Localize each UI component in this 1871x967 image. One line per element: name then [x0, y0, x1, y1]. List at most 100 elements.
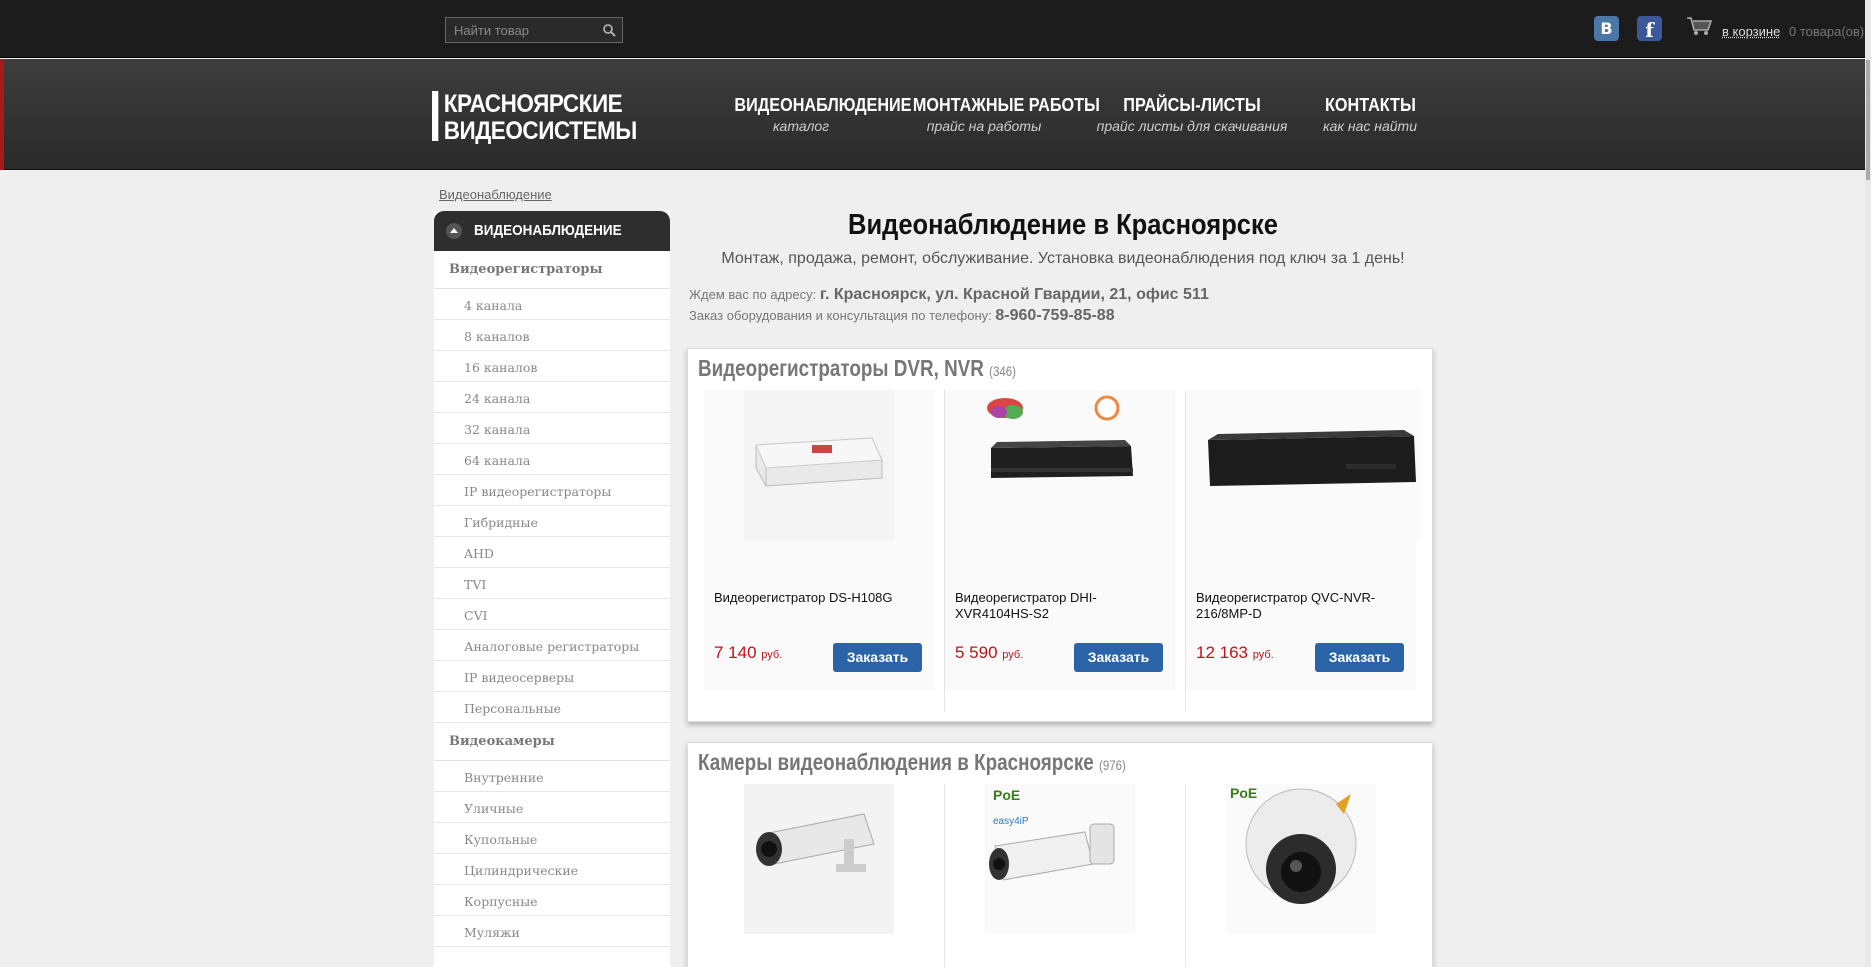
product-price: 12 163 руб. — [1196, 643, 1274, 663]
price-currency: руб. — [1252, 649, 1274, 661]
vk-icon[interactable]: B — [1594, 16, 1619, 41]
site-logo[interactable]: КРАСНОЯРСКИЕ ВИДЕОСИСТЕМЫ — [432, 91, 637, 145]
search-box[interactable] — [445, 17, 623, 43]
nav-item-video[interactable]: ВИДЕОНАБЛЮДЕНИЕ каталог — [727, 95, 912, 134]
address-line: Ждем вас по адресу: г. Красноярск, ул. К… — [689, 286, 1209, 304]
product-name[interactable]: Видеорегистратор DS-H108G — [714, 590, 914, 606]
page-scrollbar[interactable] — [1865, 0, 1871, 967]
section-count: (346) — [989, 363, 1016, 379]
product-price: 5 590 руб. — [955, 643, 1023, 663]
search-input[interactable] — [446, 18, 596, 42]
cart-icon[interactable] — [1686, 16, 1714, 36]
sidebar-item[interactable]: 32 канала — [434, 413, 670, 444]
sidebar-item[interactable]: 24 канала — [434, 382, 670, 413]
product-image[interactable] — [744, 784, 894, 934]
sidebar-item[interactable]: Внутренние — [434, 761, 670, 792]
sidebar-header-label: ВИДЕОНАБЛЮДЕНИЕ — [474, 222, 622, 239]
section-title[interactable]: Видеорегистраторы DVR, NVR (346) — [698, 355, 1016, 382]
sidebar-item[interactable]: 8 каналов — [434, 320, 670, 351]
product-card-body: Видеорегистратор DHI-XVR4104HS-S2 5 590 … — [945, 390, 1175, 690]
product-card-body: Видеорегистратор DS-H108G 7 140 руб. Зак… — [704, 390, 934, 690]
sidebar-item[interactable]: IP видеорегистраторы — [434, 475, 670, 506]
sidebar-item[interactable]: TVI — [434, 568, 670, 599]
poe-badge: PoE — [993, 787, 1020, 803]
nav-item-prices[interactable]: ПРАЙСЫ-ЛИСТЫ прайс листы для скачивания — [1095, 95, 1289, 134]
product-image[interactable]: PoE — [1226, 784, 1376, 934]
sidebar-item[interactable]: Аналоговые регистраторы — [434, 630, 670, 661]
section-cameras: Камеры видеонаблюдения в Красноярске (97… — [687, 742, 1433, 967]
product-card: PoE easy4iP — [945, 784, 1186, 967]
facebook-icon[interactable]: f — [1637, 16, 1662, 42]
sidebar-item[interactable]: 4 канала — [434, 289, 670, 320]
order-button[interactable]: Заказать — [1315, 643, 1404, 672]
sidebar-item[interactable]: Персональные — [434, 692, 670, 723]
product-card — [704, 784, 945, 967]
product-image[interactable] — [1196, 390, 1421, 540]
nav-title: ПРАЙСЫ-ЛИСТЫ — [1123, 95, 1261, 115]
address-value: г. Красноярск, ул. Красной Гвардии, 21, … — [819, 286, 1209, 303]
sidebar-item[interactable]: Купольные — [434, 823, 670, 854]
page-subtitle: Монтаж, продажа, ремонт, обслуживание. У… — [721, 250, 1405, 267]
breadcrumb[interactable]: Видеонаблюдение — [439, 187, 552, 202]
sidebar-item[interactable]: Корпусные — [434, 885, 670, 916]
sidebar-group-recorders[interactable]: Видеорегистраторы — [434, 251, 670, 289]
sidebar-catalog: ВИДЕОНАБЛЮДЕНИЕ Видеорегистраторы 4 кана… — [434, 211, 670, 967]
product-price: 7 140 руб. — [714, 643, 782, 663]
sidebar-group-cameras[interactable]: Видеокамеры — [434, 723, 670, 761]
cart-link[interactable]: в корзине — [1722, 24, 1780, 39]
nav-subtitle: прайс на работы — [926, 118, 1042, 134]
price-value: 5 590 — [955, 643, 998, 662]
price-value: 12 163 — [1196, 643, 1248, 662]
collapse-icon[interactable] — [446, 223, 462, 239]
product-image[interactable]: PoE easy4iP — [985, 784, 1135, 934]
nav-item-contacts[interactable]: КОНТАКТЫ как нас найти — [1320, 95, 1420, 134]
nav-subtitle: прайс листы для скачивания — [1096, 118, 1288, 134]
product-card: PoE — [1186, 784, 1427, 967]
sidebar-item[interactable]: 64 канала — [434, 444, 670, 475]
section-recorders: Видеорегистраторы DVR, NVR (346) Видеоре… — [687, 348, 1433, 722]
sidebar-item[interactable]: Уличные — [434, 792, 670, 823]
section-title-text: Камеры видеонаблюдения в Красноярске — [698, 749, 1094, 775]
sidebar-item[interactable]: 16 каналов — [434, 351, 670, 382]
price-value: 7 140 — [714, 643, 757, 662]
order-button[interactable]: Заказать — [833, 643, 922, 672]
nav-subtitle: как нас найти — [1322, 118, 1417, 134]
sidebar-item[interactable]: IP видеосерверы — [434, 661, 670, 692]
section-count: (976) — [1098, 757, 1126, 773]
sidebar-header[interactable]: ВИДЕОНАБЛЮДЕНИЕ — [434, 211, 670, 251]
product-name[interactable]: Видеорегистратор DHI-XVR4104HS-S2 — [955, 590, 1155, 622]
section-title-text: Видеорегистраторы DVR, NVR — [698, 355, 984, 381]
product-card-body: Видеорегистратор QVC-NVR-216/8MP-D 12 16… — [1186, 390, 1421, 690]
phone-value: 8-960-759-85-88 — [995, 307, 1115, 324]
easy4ip-badge: easy4iP — [993, 816, 1029, 827]
nav-title: МОНТАЖНЫЕ РАБОТЫ — [912, 95, 1100, 115]
section-title[interactable]: Камеры видеонаблюдения в Красноярске (97… — [698, 749, 1126, 776]
sidebar-item[interactable]: Цилиндрические — [434, 854, 670, 885]
logo-line2: ВИДЕОСИСТЕМЫ — [443, 117, 638, 145]
sidebar-item[interactable]: AHD — [434, 537, 670, 568]
product-name[interactable]: Видеорегистратор QVC-NVR-216/8MP-D — [1196, 590, 1396, 622]
price-currency: руб. — [1002, 649, 1024, 661]
product-card: Видеорегистратор QVC-NVR-216/8MP-D 12 16… — [1186, 390, 1427, 712]
search-icon[interactable] — [602, 23, 616, 37]
phone-line: Заказ оборудования и консультация по тел… — [689, 307, 1115, 325]
address-label: Ждем вас по адресу: — [689, 287, 817, 302]
sidebar-item[interactable]: Муляжи — [434, 916, 670, 947]
cart-count: 0 товара(ов) — [1789, 24, 1865, 39]
product-image[interactable] — [744, 390, 894, 540]
phone-label: Заказ оборудования и консультация по тел… — [689, 308, 992, 323]
scrollbar-thumb[interactable] — [1866, 60, 1870, 180]
sidebar-item[interactable]: CVI — [434, 599, 670, 630]
price-currency: руб. — [761, 649, 783, 661]
product-card: Видеорегистратор DHI-XVR4104HS-S2 5 590 … — [945, 390, 1186, 712]
sidebar-item[interactable]: Гибридные — [434, 506, 670, 537]
order-button[interactable]: Заказать — [1074, 643, 1163, 672]
nav-subtitle: каталог — [772, 118, 830, 134]
nav-title: ВИДЕОНАБЛЮДЕНИЕ — [734, 95, 912, 115]
nav-item-installation[interactable]: МОНТАЖНЫЕ РАБОТЫ прайс на работы — [905, 95, 1100, 134]
product-image[interactable] — [985, 390, 1135, 540]
site-header: КРАСНОЯРСКИЕ ВИДЕОСИСТЕМЫ ВИДЕОНАБЛЮДЕНИ… — [0, 59, 1871, 170]
page-title: Видеонаблюдение в Красноярске — [848, 209, 1278, 241]
poe-badge: PoE — [1230, 785, 1257, 801]
top-bar: B f в корзине 0 товара(ов) — [0, 0, 1871, 58]
